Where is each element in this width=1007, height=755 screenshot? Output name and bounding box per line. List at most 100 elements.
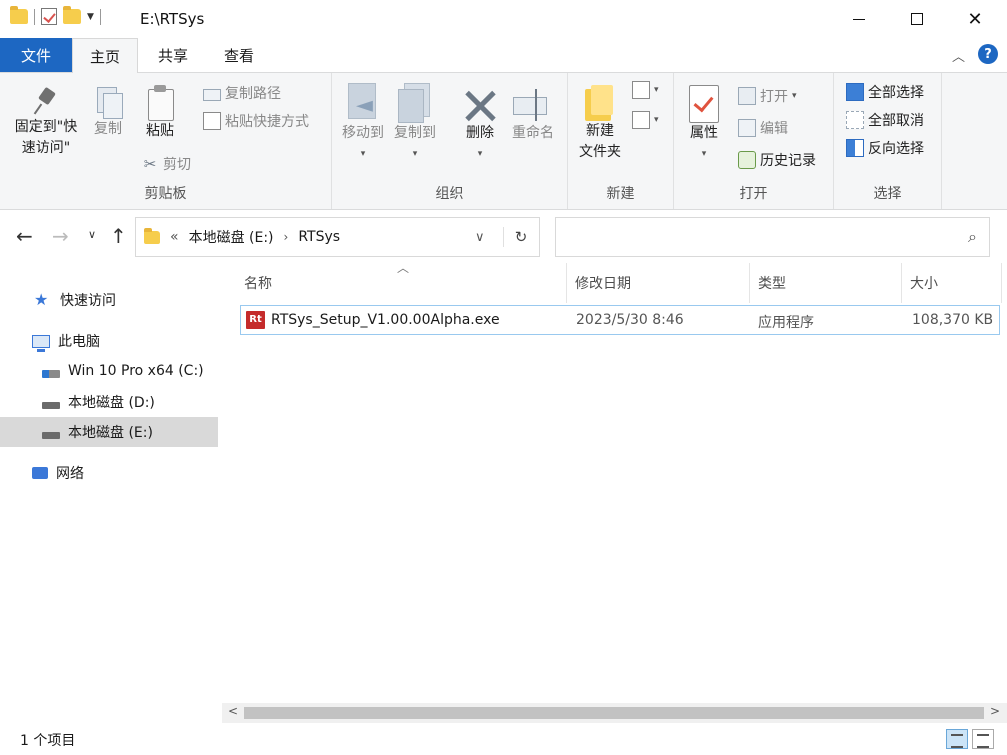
chevron-down-icon: ▾: [360, 149, 366, 159]
address-history-chevron-icon[interactable]: ∨: [475, 230, 485, 245]
move-to-button[interactable]: 移动到 ▾: [340, 83, 386, 165]
column-header-size[interactable]: 大小: [902, 263, 1002, 303]
cut-button[interactable]: ✂ 剪切: [141, 154, 191, 174]
select-group: 全部选择 全部取消 反向选择 选择: [834, 73, 942, 209]
pin-to-quick-access-button[interactable]: 固定到"快 速访问": [8, 87, 84, 159]
back-arrow-icon[interactable]: ←: [16, 224, 33, 248]
star-icon: ★: [34, 290, 49, 309]
collapse-ribbon-icon[interactable]: ︿: [952, 46, 965, 65]
properties-icon: [689, 85, 719, 123]
recent-locations-chevron-icon[interactable]: ∨: [88, 228, 96, 241]
scroll-left-icon[interactable]: <: [228, 704, 238, 718]
tab-view[interactable]: 查看: [206, 38, 272, 72]
copy-button[interactable]: 复制: [88, 87, 128, 140]
nav-item-label: 此电脑: [58, 334, 100, 350]
paste-label: 粘贴: [146, 123, 174, 139]
nav-item-drive-d[interactable]: 本地磁盘 (D:): [0, 387, 218, 417]
search-icon: ⌕: [968, 227, 977, 246]
ribbon-tabs: 文件 主页 共享 查看 ︿ ?: [0, 38, 1007, 73]
new-item-icon: [632, 81, 650, 99]
chevron-down-icon: ▾: [477, 149, 483, 159]
new-folder-label: 新建 文件夹: [579, 123, 621, 160]
invert-selection-button[interactable]: 反向选择: [846, 138, 924, 158]
nav-item-this-pc[interactable]: 此电脑: [0, 326, 218, 356]
column-header-name[interactable]: 名称: [222, 263, 567, 303]
nav-item-network[interactable]: 网络: [0, 458, 218, 488]
rename-icon: [513, 87, 553, 123]
organize-group: 移动到 ▾ 复制到 ▾ 删除 ▾ 重命名 组织: [332, 73, 568, 209]
horizontal-scrollbar[interactable]: < >: [222, 703, 1007, 723]
nav-item-drive-e[interactable]: 本地磁盘 (E:): [0, 417, 218, 447]
tab-share[interactable]: 共享: [140, 38, 206, 72]
properties-button[interactable]: 属性 ▾: [684, 85, 724, 165]
maximize-button[interactable]: [888, 0, 946, 38]
drive-icon: [42, 431, 60, 439]
select-group-label: 选择: [873, 186, 902, 202]
column-header-date[interactable]: 修改日期: [567, 263, 750, 303]
item-count: 1 个项目: [20, 733, 76, 749]
edit-button[interactable]: 编辑: [738, 118, 788, 138]
breadcrumb-rtsys[interactable]: RTSys: [298, 229, 340, 245]
new-folder-icon: [585, 85, 615, 121]
easy-access-button[interactable]: ▾: [632, 111, 659, 129]
forward-arrow-icon[interactable]: →: [52, 224, 69, 248]
organize-group-label: 组织: [435, 186, 464, 202]
up-arrow-icon[interactable]: ↑: [110, 224, 127, 248]
scroll-right-icon[interactable]: >: [990, 704, 1000, 718]
file-type: 应用程序: [758, 315, 814, 331]
select-none-button[interactable]: 全部取消: [846, 110, 924, 130]
nav-item-drive-c[interactable]: Win 10 Pro x64 (C:): [0, 356, 218, 386]
select-all-button[interactable]: 全部选择: [846, 82, 924, 102]
close-button[interactable]: ✕: [946, 0, 1004, 38]
history-button[interactable]: 历史记录: [738, 150, 816, 170]
new-folder-icon[interactable]: [63, 6, 81, 24]
nav-item-label: 网络: [56, 466, 84, 482]
new-folder-button[interactable]: 新建 文件夹: [576, 85, 624, 163]
breadcrumb-overflow[interactable]: «: [170, 229, 179, 245]
column-header-type[interactable]: 类型: [750, 263, 902, 303]
open-icon: [738, 87, 756, 105]
select-none-label: 全部取消: [868, 113, 924, 129]
cut-label: 剪切: [163, 157, 191, 173]
clipboard-group-label: 剪贴板: [144, 186, 187, 202]
copy-to-icon: [396, 83, 434, 123]
quick-access-toolbar: ▼: [10, 6, 101, 25]
move-to-label: 移动到: [342, 125, 384, 141]
paste-shortcut-label: 粘贴快捷方式: [225, 114, 309, 130]
paste-button[interactable]: 粘贴: [140, 85, 180, 142]
move-to-icon: [344, 83, 382, 123]
file-size: 108,370 KB: [912, 312, 994, 328]
delete-button[interactable]: 删除 ▾: [460, 87, 500, 165]
open-button[interactable]: 打开 ▾: [738, 86, 797, 106]
help-icon[interactable]: ?: [978, 44, 998, 64]
chevron-right-icon[interactable]: ›: [284, 230, 289, 244]
invert-selection-label: 反向选择: [868, 141, 924, 157]
ribbon: 固定到"快 速访问" 复制 粘贴 复制路径 粘贴快捷方式 ✂ 剪切 剪贴板 移动…: [0, 72, 1007, 210]
rename-button[interactable]: 重命名: [508, 87, 558, 144]
copy-icon: [95, 87, 123, 119]
properties-icon[interactable]: [41, 8, 57, 25]
chevron-down-icon: ▾: [701, 149, 707, 159]
copy-path-button[interactable]: 复制路径: [203, 83, 281, 103]
file-name: RTSys_Setup_V1.00.00Alpha.exe: [271, 312, 500, 328]
details-view-icon[interactable]: [946, 729, 968, 749]
nav-item-quick-access[interactable]: ★ 快速访问: [0, 285, 218, 315]
copy-to-button[interactable]: 复制到 ▾: [392, 83, 438, 165]
large-icons-view-icon[interactable]: [972, 729, 994, 749]
minimize-button[interactable]: [830, 0, 888, 38]
minimize-icon: [853, 18, 865, 20]
paste-shortcut-button[interactable]: 粘贴快捷方式: [203, 111, 309, 131]
refresh-icon[interactable]: ↻: [503, 227, 538, 247]
breadcrumb-drive-e[interactable]: 本地磁盘 (E:): [189, 227, 274, 247]
pin-icon: [33, 87, 59, 117]
table-row[interactable]: Rt RTSys_Setup_V1.00.00Alpha.exe 2023/5/…: [240, 305, 1000, 335]
tab-file[interactable]: 文件: [0, 38, 72, 72]
clipboard-group: 固定到"快 速访问" 复制 粘贴 复制路径 粘贴快捷方式 ✂ 剪切 剪贴板: [0, 73, 332, 209]
customize-toolbar-dropdown[interactable]: ▼: [87, 12, 94, 22]
search-input[interactable]: ⌕: [555, 217, 990, 257]
computer-icon: [32, 334, 50, 352]
new-item-button[interactable]: ▾: [632, 81, 659, 99]
tab-home[interactable]: 主页: [72, 38, 138, 73]
scrollbar-thumb[interactable]: [244, 707, 984, 719]
nav-item-label: 本地磁盘 (E:): [68, 425, 153, 441]
